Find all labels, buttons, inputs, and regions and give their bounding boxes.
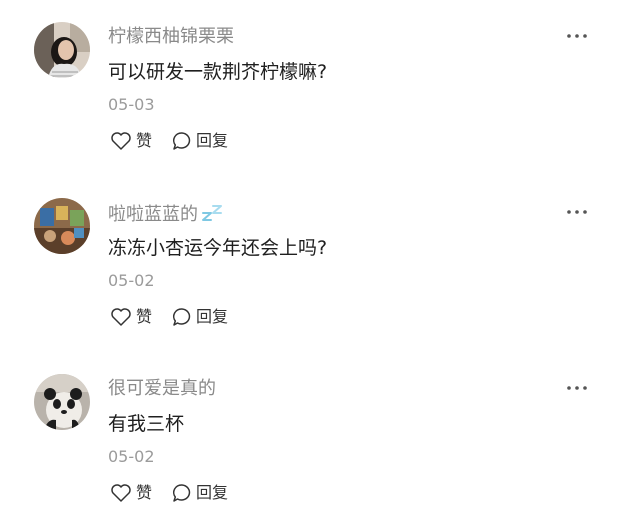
- comment-item: 啦啦蓝蓝的 冻冻小杏运今年还会上吗? 05-02 赞 回复: [0, 176, 622, 352]
- user-avatar[interactable]: [34, 374, 90, 430]
- like-label: 赞: [136, 483, 153, 502]
- more-dots-icon: [567, 386, 587, 390]
- like-label: 赞: [136, 307, 153, 326]
- reply-label: 回复: [196, 131, 229, 150]
- username[interactable]: 柠檬西柚锦栗栗: [108, 26, 234, 48]
- comment-date: 05-02: [108, 447, 155, 466]
- chat-bubble-icon: [172, 132, 191, 150]
- more-options-button[interactable]: [560, 200, 594, 224]
- comment-text: 可以研发一款荆芥柠檬嘛?: [108, 61, 328, 83]
- avatar-panda-photo: [34, 374, 90, 430]
- reply-label: 回复: [196, 307, 229, 326]
- username[interactable]: 很可爱是真的: [108, 378, 216, 400]
- username-text: 柠檬西柚锦栗栗: [108, 26, 234, 47]
- user-avatar[interactable]: [34, 198, 90, 254]
- more-options-button[interactable]: [560, 376, 594, 400]
- avatar-woman-photo: [34, 22, 90, 78]
- more-options-button[interactable]: [560, 24, 594, 48]
- user-avatar[interactable]: [34, 22, 90, 78]
- reply-label: 回复: [196, 483, 229, 502]
- sleep-zz-icon: [200, 202, 226, 228]
- like-button[interactable]: 赞: [110, 481, 152, 505]
- comment-date: 05-02: [108, 271, 155, 290]
- comment-item: 很可爱是真的 有我三杯 05-02 赞 回复: [0, 352, 622, 528]
- like-button[interactable]: 赞: [110, 305, 152, 329]
- chat-bubble-icon: [172, 308, 191, 326]
- heart-icon: [111, 484, 131, 502]
- username[interactable]: 啦啦蓝蓝的: [108, 202, 226, 228]
- comment-text: 有我三杯: [108, 413, 185, 435]
- username-text: 很可爱是真的: [108, 378, 216, 399]
- like-button[interactable]: 赞: [110, 129, 152, 153]
- chat-bubble-icon: [172, 484, 191, 502]
- comment-date: 05-03: [108, 95, 155, 114]
- like-label: 赞: [136, 131, 153, 150]
- more-dots-icon: [567, 210, 587, 214]
- more-dots-icon: [567, 34, 587, 38]
- username-text: 啦啦蓝蓝的: [108, 204, 198, 225]
- reply-button[interactable]: 回复: [172, 481, 228, 505]
- heart-icon: [111, 132, 131, 150]
- comment-item: 柠檬西柚锦栗栗 可以研发一款荆芥柠檬嘛? 05-03 赞 回复: [0, 0, 622, 176]
- avatar-toys-photo: [34, 198, 90, 254]
- reply-button[interactable]: 回复: [172, 129, 228, 153]
- reply-button[interactable]: 回复: [172, 305, 228, 329]
- comment-text: 冻冻小杏运今年还会上吗?: [108, 237, 328, 259]
- heart-icon: [111, 308, 131, 326]
